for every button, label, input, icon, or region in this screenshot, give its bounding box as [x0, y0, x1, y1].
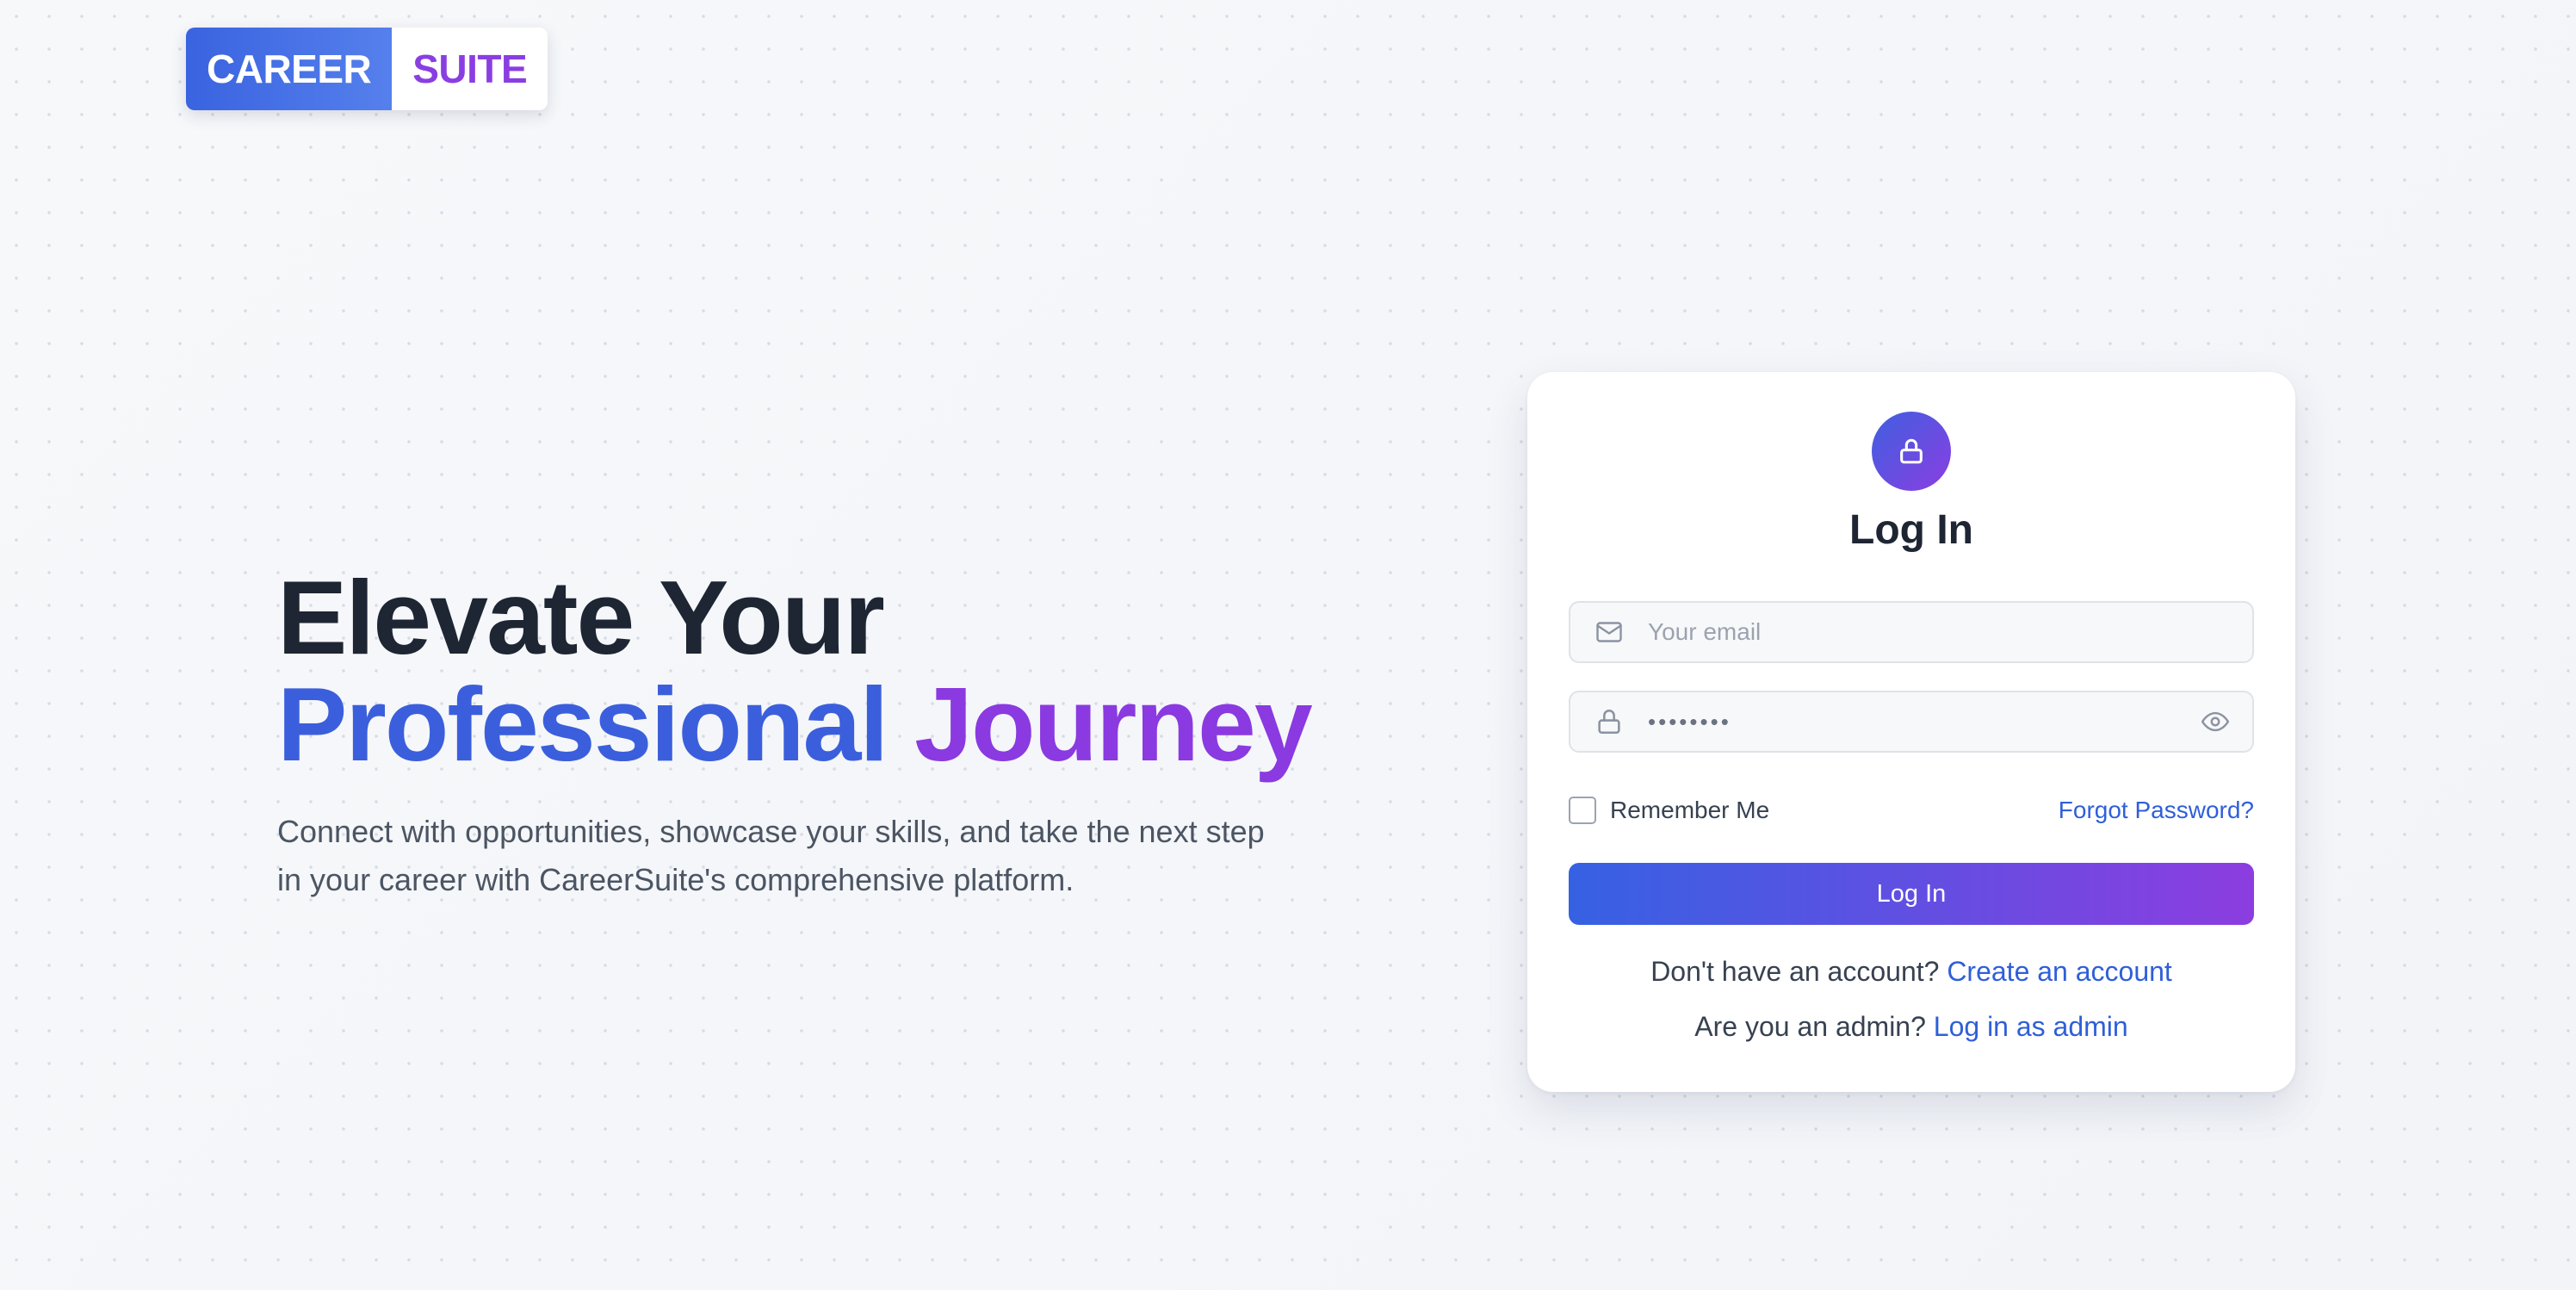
password-lock-icon	[1570, 692, 1648, 751]
email-field[interactable]	[1569, 601, 2254, 663]
admin-prompt-text: Are you an admin?	[1694, 1011, 1926, 1042]
admin-prompt: Are you an admin? Log in as admin	[1527, 1011, 2295, 1043]
forgot-password-link[interactable]: Forgot Password?	[2059, 797, 2254, 824]
password-input[interactable]	[1648, 692, 2178, 751]
hero-description: Connect with opportunities, showcase you…	[277, 814, 1265, 897]
eye-icon[interactable]	[2178, 692, 2252, 751]
admin-login-link[interactable]: Log in as admin	[1934, 1011, 2128, 1042]
lock-icon	[1872, 412, 1951, 491]
mail-icon	[1570, 603, 1648, 661]
hero-heading-line2: Professional Journey	[277, 670, 1396, 778]
hero-heading: Elevate Your Professional Journey	[277, 565, 1396, 778]
hero-heading-journey: Journey	[914, 666, 1313, 783]
email-input[interactable]	[1648, 603, 2252, 661]
signup-prompt-text: Don't have an account?	[1650, 956, 1940, 987]
logo[interactable]: CAREER SUITE	[186, 28, 548, 110]
remember-me[interactable]: Remember Me	[1569, 797, 1769, 824]
login-options-row: Remember Me Forgot Password?	[1569, 789, 2254, 832]
login-card: Log In Remember Me	[1527, 372, 2295, 1092]
password-field[interactable]	[1569, 691, 2254, 753]
login-button[interactable]: Log In	[1569, 863, 2254, 925]
login-title: Log In	[1849, 507, 1973, 553]
remember-me-label: Remember Me	[1610, 797, 1770, 823]
create-account-link[interactable]: Create an account	[1947, 956, 2172, 987]
signup-prompt: Don't have an account? Create an account	[1527, 956, 2295, 988]
hero-section: Elevate Your Professional Journey Connec…	[277, 565, 1396, 904]
logo-suite-text: SUITE	[392, 28, 548, 110]
remember-me-checkbox[interactable]	[1569, 797, 1596, 824]
logo-career-text: CAREER	[186, 28, 393, 110]
hero-heading-professional: Professional	[277, 666, 889, 783]
hero-heading-line1: Elevate Your	[277, 559, 885, 676]
